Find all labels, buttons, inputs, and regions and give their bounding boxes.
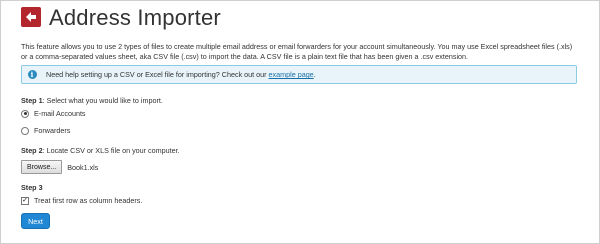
info-text: Need help setting up a CSV or Excel file… [46,70,316,79]
radio-label-email-accounts: E-mail Accounts [34,109,86,118]
column-headers-checkbox[interactable]: ✓ [21,196,29,205]
address-importer-icon [21,7,41,27]
page-title: Address Importer [49,5,221,30]
selected-file-name: Book1.xls [67,162,99,172]
description-line-1: This feature allows you to use 2 types o… [21,42,573,51]
info-icon: i [27,70,37,79]
radio-button-forwarders[interactable] [21,126,29,135]
radio-label-forwarders: Forwarders [34,126,71,135]
next-button[interactable]: Next [21,213,50,229]
step-2-label: Step 2: Locate CSV or XLS file on your c… [21,146,180,155]
radio-button-email-accounts[interactable] [21,109,29,118]
page-header: Address Importer [21,5,221,31]
radio-forwarders[interactable]: Forwarders [21,126,70,135]
column-headers-option[interactable]: ✓ Treat first row as column headers. [21,196,142,205]
info-callout: i Need help setting up a CSV or Excel fi… [21,65,577,84]
file-chooser: Browse... Book1.xls [21,160,98,174]
browse-button[interactable]: Browse... [21,160,63,174]
radio-email-accounts[interactable]: E-mail Accounts [21,109,86,118]
example-page-link[interactable]: example page [269,70,314,79]
page-frame: Address Importer This feature allows you… [0,0,600,244]
step-3-label: Step 3 [21,183,43,192]
column-headers-label: Treat first row as column headers. [34,196,143,205]
page-description: This feature allows you to use 2 types o… [21,42,581,62]
description-line-2: or a comma-separated values sheet, aka C… [21,52,469,61]
step-1-label: Step 1: Select what you would like to im… [21,96,163,105]
